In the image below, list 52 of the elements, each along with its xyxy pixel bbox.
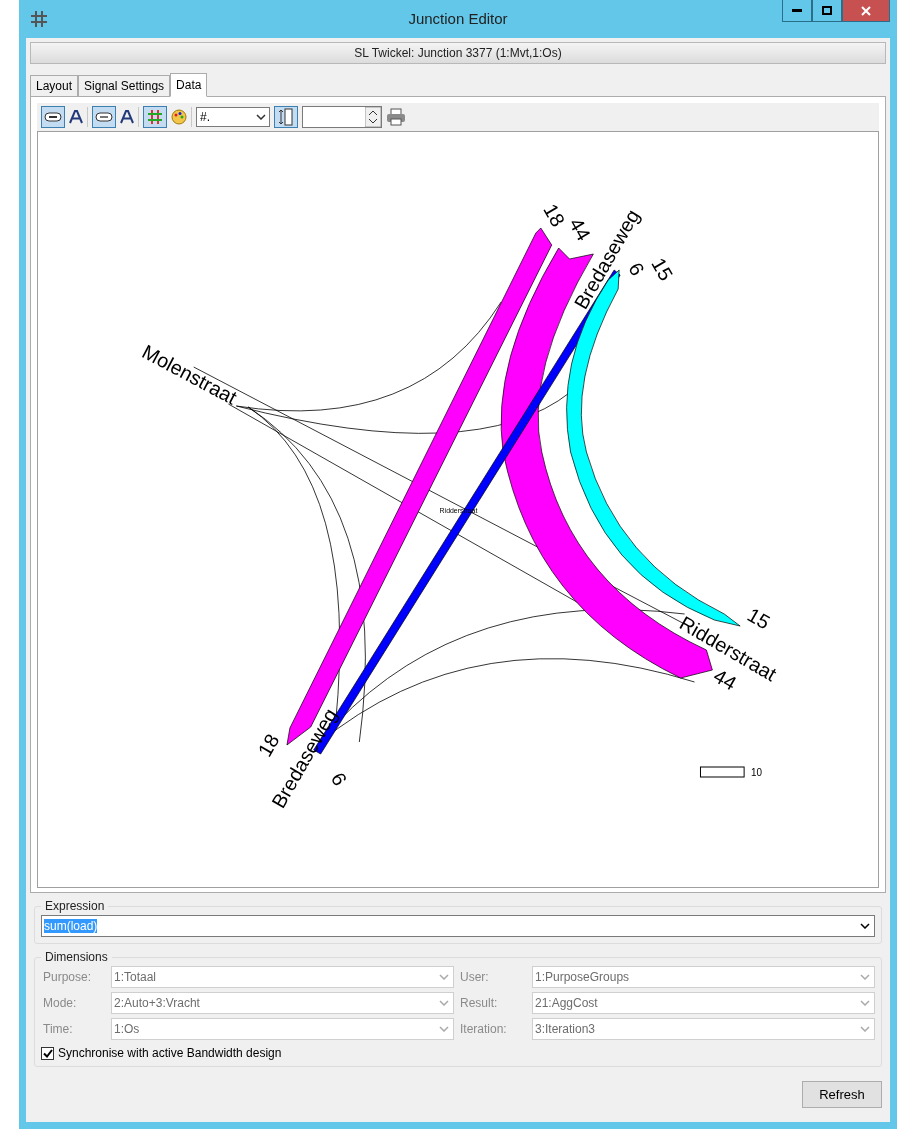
- group-title: Dimensions: [44, 950, 109, 964]
- dropdown-caret-icon: [439, 1000, 449, 1006]
- field-label: Purpose:: [42, 970, 93, 984]
- window-title: Junction Editor: [408, 10, 508, 27]
- refresh-button[interactable]: Refresh: [802, 1081, 882, 1108]
- check-icon: [42, 1048, 53, 1058]
- close-button[interactable]: [842, 0, 890, 22]
- dropdown-caret-icon: [860, 923, 870, 929]
- grid-icon: [147, 109, 163, 125]
- column-width-button[interactable]: [274, 106, 298, 128]
- dropdown-caret-icon: [439, 1026, 449, 1032]
- printer-icon[interactable]: [386, 108, 406, 126]
- sync-checkbox[interactable]: [41, 1046, 54, 1060]
- font-icon[interactable]: [69, 110, 83, 124]
- format-dropdown[interactable]: #.: [196, 107, 270, 127]
- expression-dropdown[interactable]: sum(load): [41, 915, 875, 937]
- checkbox-label: Synchronise with active Bandwidth design: [58, 1046, 282, 1060]
- grid-toggle-button[interactable]: [143, 106, 167, 128]
- field-label: Result:: [459, 996, 499, 1010]
- close-icon: [861, 5, 871, 16]
- dropdown-caret-icon: [860, 974, 870, 980]
- font-icon[interactable]: [120, 110, 134, 124]
- label-toggle-button[interactable]: [41, 106, 65, 128]
- dropdown-caret-icon: [256, 114, 266, 120]
- tab[interactable]: Signal Settings: [78, 75, 171, 96]
- field-label: Time:: [42, 1022, 74, 1036]
- minimize-button[interactable]: [782, 0, 812, 22]
- tag-icon: [44, 112, 62, 122]
- tag-icon: [95, 112, 113, 122]
- flow-value: 18: [539, 199, 570, 231]
- junction-header: SL Twickel: Junction 3377 (1:Mvt,1:Os): [30, 42, 886, 64]
- column-icon: [278, 108, 294, 126]
- dropdown-caret-icon: [860, 1026, 870, 1032]
- field-label: Mode:: [42, 996, 78, 1010]
- field-label: User:: [459, 970, 490, 984]
- tab[interactable]: Data: [170, 73, 208, 97]
- group-title: Expression: [44, 899, 106, 913]
- label-toggle-button[interactable]: [92, 106, 116, 128]
- flow-value: 15: [647, 253, 678, 285]
- maximize-button[interactable]: [812, 0, 842, 22]
- maximize-icon: [822, 6, 832, 15]
- app-icon: [30, 10, 48, 28]
- field-label: Iteration:: [459, 1022, 508, 1036]
- dropdown-caret-icon: [439, 974, 449, 980]
- minimize-icon: [792, 8, 802, 13]
- palette-icon[interactable]: [171, 109, 187, 125]
- dropdown-caret-icon: [860, 1000, 870, 1006]
- tab[interactable]: Layout: [30, 75, 79, 96]
- scale-label: 10: [751, 766, 763, 778]
- spin-arrows-icon[interactable]: [365, 107, 381, 127]
- spin-field[interactable]: [302, 106, 382, 128]
- scale-bar: [700, 766, 745, 778]
